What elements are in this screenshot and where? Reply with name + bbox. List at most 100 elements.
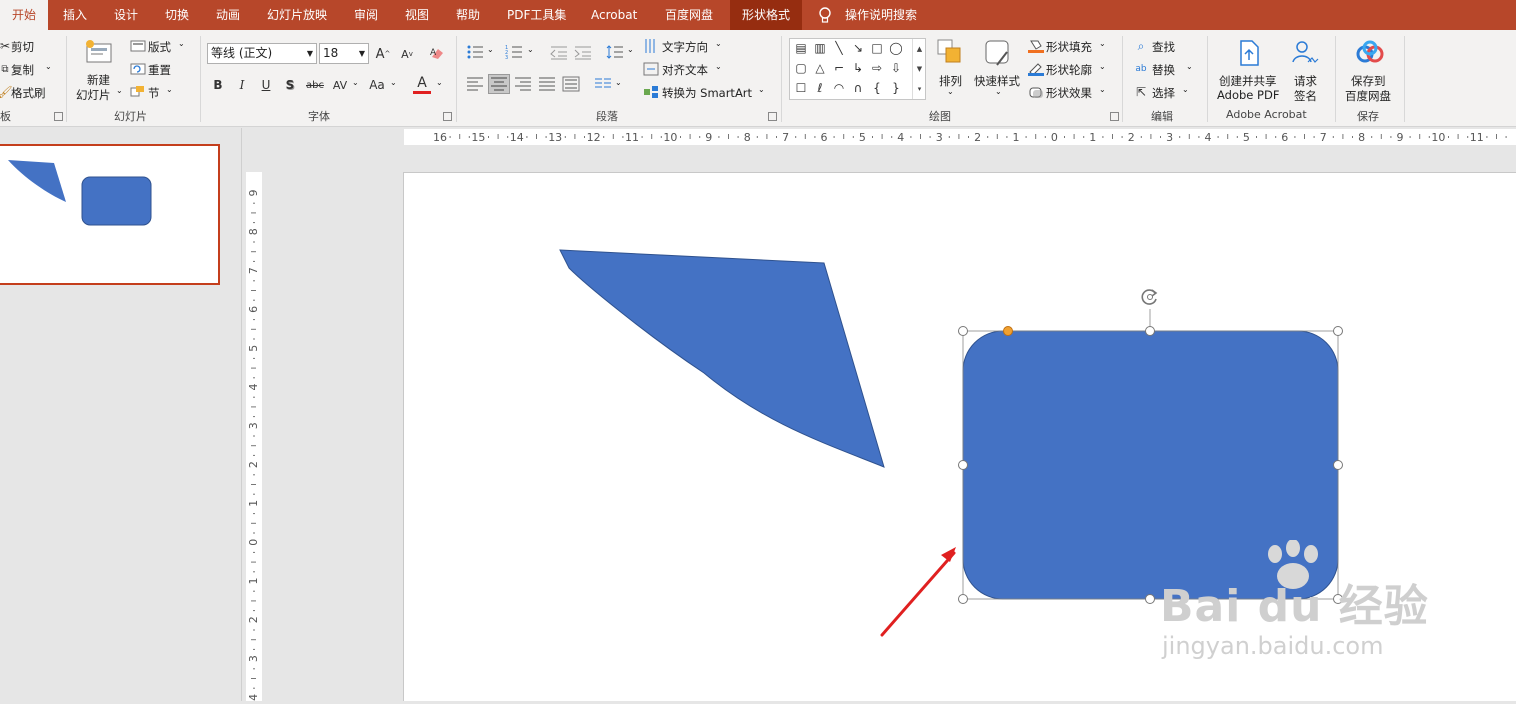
increase-indent-icon[interactable] [574, 44, 592, 60]
shape-arc-icon[interactable]: ◠ [832, 82, 846, 94]
chevron-down-icon[interactable]: ⌄ [947, 87, 954, 96]
shape-scribble-icon[interactable]: ℓ [813, 82, 827, 94]
rotate-handle-icon[interactable] [1140, 287, 1160, 307]
dialog-launcher-icon[interactable] [443, 112, 452, 121]
shape-textbox-icon[interactable]: ▤ [794, 42, 808, 54]
change-case-button[interactable]: Aa [367, 76, 387, 94]
gallery-scroll[interactable]: ▲ ▼ ▾ [912, 39, 926, 99]
save-netdisk-label[interactable]: 保存到 [1351, 73, 1386, 89]
grow-font-button[interactable]: A ^ [375, 45, 391, 63]
shapes-gallery[interactable]: ▤ ▥ ╲ ↘ □ ◯ ▢ △ ⌐ ↳ ⇨ ⇩ ☐ ℓ ◠ ∩ { } ▲ ▼ ▾ [789, 38, 926, 100]
tab-view[interactable]: 视图 [405, 0, 429, 30]
section-button[interactable]: 节 [148, 85, 160, 101]
shape-fill-button[interactable]: 形状填充 [1046, 39, 1092, 55]
line-spacing-icon[interactable] [606, 44, 624, 60]
slide-thumbnails-pane[interactable] [0, 128, 242, 701]
chevron-down-icon[interactable]: ⌄ [178, 39, 185, 48]
resize-handle-sw[interactable] [958, 594, 968, 604]
dialog-launcher-icon[interactable] [54, 112, 63, 121]
slide-thumbnail-1[interactable] [0, 144, 220, 285]
cut-button[interactable]: 剪切 [11, 39, 34, 55]
shape-line-icon[interactable]: ╲ [832, 42, 846, 54]
shape-effects-button[interactable]: 形状效果 [1046, 85, 1092, 101]
create-share-pdf-label[interactable]: 创建并共享 [1219, 73, 1277, 89]
align-center-icon[interactable] [488, 74, 510, 94]
format-painter-button[interactable]: 格式刷 [11, 85, 46, 101]
bullets-icon[interactable] [466, 44, 484, 60]
chevron-down-icon[interactable]: ⌄ [995, 87, 1002, 96]
select-button[interactable]: 选择 [1152, 85, 1175, 101]
font-size-dropdown[interactable]: 18 ▼ [319, 43, 369, 64]
copy-button[interactable]: 复制 [11, 62, 34, 78]
new-slide-icon[interactable] [84, 38, 114, 66]
shape-rectangle-icon[interactable]: □ [870, 42, 884, 54]
shape-right-arrow-icon[interactable]: ⇨ [870, 62, 884, 74]
shape-oval-icon[interactable]: ◯ [889, 42, 903, 54]
chevron-down-icon[interactable]: ⌄ [166, 85, 173, 94]
new-slide-label[interactable]: 新建 [87, 72, 110, 88]
tab-slideshow[interactable]: 幻灯片放映 [267, 0, 327, 30]
shrink-font-button[interactable]: Av [399, 46, 415, 62]
chevron-down-icon[interactable]: ⌄ [715, 39, 722, 48]
dialog-launcher-icon[interactable] [768, 112, 777, 121]
resize-handle-e[interactable] [1333, 460, 1343, 470]
tab-transitions[interactable]: 切换 [165, 0, 189, 30]
text-direction-button[interactable]: 文字方向 [662, 39, 708, 55]
italic-button[interactable]: I [235, 76, 249, 94]
reset-button[interactable]: 重置 [148, 62, 171, 78]
new-slide-label-2[interactable]: 幻灯片 [76, 87, 111, 103]
resize-handle-s[interactable] [1145, 594, 1155, 604]
shape-outline-button[interactable]: 形状轮廓 [1046, 62, 1092, 78]
tab-insert[interactable]: 插入 [63, 0, 87, 30]
find-button[interactable]: 查找 [1152, 39, 1175, 55]
tab-shape-format[interactable]: 形状格式 [730, 0, 802, 30]
chevron-down-icon[interactable]: ⌄ [487, 45, 494, 54]
chevron-down-icon[interactable]: ⌄ [758, 85, 765, 94]
convert-smartart-button[interactable]: 转换为 SmartArt [662, 85, 752, 101]
shape-left-brace-icon[interactable]: { [870, 82, 884, 94]
create-share-pdf-label-2[interactable]: Adobe PDF [1217, 88, 1279, 102]
clear-formatting-icon[interactable]: A [428, 45, 446, 62]
distributed-icon[interactable] [562, 76, 580, 92]
chevron-down-icon[interactable]: ⌄ [627, 45, 634, 54]
tab-acrobat[interactable]: Acrobat [591, 0, 637, 30]
shape-vertical-textbox-icon[interactable]: ▥ [813, 42, 827, 54]
chevron-down-icon[interactable]: ⌄ [1099, 62, 1106, 71]
resize-handle-nw[interactable] [958, 326, 968, 336]
shape-freeform-icon[interactable]: ☐ [794, 82, 808, 94]
decrease-indent-icon[interactable] [550, 44, 568, 60]
shape-triangle-icon[interactable]: △ [813, 62, 827, 74]
horizontal-ruler[interactable]: 16 15 14 13 12 11 10 9 8 7 6 5 4 3 2 1 0 1 2 3 4 5 6 7 8 9 10 11 [404, 129, 1516, 145]
tab-design[interactable]: 设计 [114, 0, 138, 30]
shape-elbow-connector-icon[interactable]: ⌐ [832, 62, 846, 74]
chevron-down-icon[interactable]: ⌄ [390, 78, 397, 87]
align-text-button[interactable]: 对齐文本 [662, 62, 708, 78]
font-name-dropdown[interactable]: 等线 (正文) ▼ [207, 43, 317, 64]
chevron-down-icon[interactable]: ⌄ [116, 86, 123, 95]
vertical-ruler[interactable]: 9 8 7 6 5 4 3 2 1 0 1 2 3 4 [246, 172, 262, 701]
freeform-shape[interactable] [559, 249, 885, 468]
shape-curve-icon[interactable]: ∩ [851, 82, 865, 94]
resize-handle-w[interactable] [958, 460, 968, 470]
tab-review[interactable]: 审阅 [354, 0, 378, 30]
chevron-down-icon[interactable]: ⌄ [1182, 85, 1189, 94]
shape-arrow-line-icon[interactable]: ↘ [851, 42, 865, 54]
columns-icon[interactable] [594, 76, 612, 92]
tab-help[interactable]: 帮助 [456, 0, 480, 30]
save-netdisk-label-2[interactable]: 百度网盘 [1345, 88, 1391, 104]
underline-button[interactable]: U [259, 76, 273, 94]
chevron-down-icon[interactable]: ⌄ [615, 78, 622, 87]
shape-rounded-rect-icon[interactable]: ▢ [794, 62, 808, 74]
chevron-down-icon[interactable]: ⌄ [527, 45, 534, 54]
shape-down-arrow-icon[interactable]: ⇩ [889, 62, 903, 74]
align-right-icon[interactable] [514, 76, 532, 92]
font-color-button[interactable]: A [413, 74, 431, 94]
chevron-down-icon[interactable]: ⌄ [1099, 39, 1106, 48]
adjust-handle[interactable] [1003, 326, 1013, 336]
tab-baidu-netdisk[interactable]: 百度网盘 [665, 0, 713, 30]
request-sign-label-2[interactable]: 签名 [1294, 88, 1317, 104]
tab-animations[interactable]: 动画 [216, 0, 240, 30]
shape-right-brace-icon[interactable]: } [889, 82, 903, 94]
resize-handle-n[interactable] [1145, 326, 1155, 336]
chevron-down-icon[interactable]: ⌄ [436, 78, 443, 87]
